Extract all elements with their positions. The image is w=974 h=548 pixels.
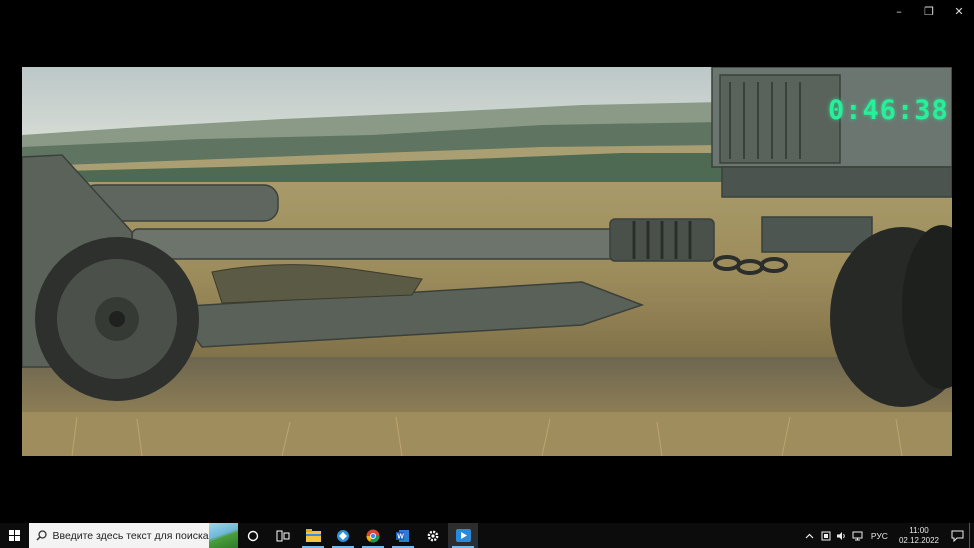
cortana-button[interactable] <box>238 523 268 548</box>
show-hidden-icons-button[interactable] <box>803 523 817 548</box>
chrome-button[interactable] <box>358 523 388 548</box>
media-player-button[interactable] <box>448 523 478 548</box>
system-tray: РУС 11:00 02.12.2022 <box>802 523 974 548</box>
file-explorer-icon <box>305 529 321 542</box>
show-desktop-button[interactable] <box>969 523 974 548</box>
volume-icon <box>837 531 846 540</box>
task-view-button[interactable] <box>268 523 298 548</box>
window-controls: – ❐ ✕ <box>884 0 974 22</box>
search-icon <box>31 530 53 541</box>
file-explorer-button[interactable] <box>298 523 328 548</box>
timecode-display: 0:46:38 <box>828 95 949 126</box>
gun-wheel <box>35 237 199 401</box>
restore-button[interactable]: ❐ <box>914 0 944 22</box>
svg-text:W: W <box>397 533 404 540</box>
chrome-icon <box>366 529 380 542</box>
clock[interactable]: 11:00 02.12.2022 <box>893 526 945 546</box>
tray-app-button[interactable] <box>819 523 833 548</box>
network-app-icon <box>337 529 349 542</box>
settings-icon <box>427 530 439 541</box>
word-button[interactable]: W <box>388 523 418 548</box>
network-icon <box>852 531 863 540</box>
tray-app-icon <box>821 531 831 540</box>
network-app-button[interactable] <box>328 523 358 548</box>
video-frame[interactable]: 0:46:38 <box>22 67 952 456</box>
chevron-up-icon <box>805 533 814 538</box>
settings-button[interactable] <box>418 523 448 548</box>
minimize-button[interactable]: – <box>884 0 914 22</box>
search-highlight-image <box>208 523 238 548</box>
task-view-icon <box>276 530 290 541</box>
clock-time: 11:00 <box>909 525 929 535</box>
video-scene <box>22 67 952 456</box>
video-player-window: – ❐ ✕ 0:46:38 <box>0 0 974 523</box>
notification-icon <box>951 530 963 542</box>
word-icon: W <box>396 529 409 542</box>
clock-date: 02.12.2022 <box>898 535 939 545</box>
close-button[interactable]: ✕ <box>944 0 974 22</box>
media-player-icon <box>455 529 471 542</box>
volume-button[interactable] <box>835 523 849 548</box>
cortana-icon <box>247 530 259 541</box>
network-button[interactable] <box>851 523 865 548</box>
taskbar: Введите здесь текст для поиска W РУС 11:… <box>0 523 974 548</box>
windows-logo-icon <box>9 530 20 541</box>
start-button[interactable] <box>0 523 29 548</box>
taskbar-search[interactable]: Введите здесь текст для поиска <box>29 523 238 548</box>
language-indicator[interactable]: РУС <box>866 531 893 541</box>
notifications-button[interactable] <box>945 523 969 548</box>
search-placeholder: Введите здесь текст для поиска <box>52 529 209 542</box>
